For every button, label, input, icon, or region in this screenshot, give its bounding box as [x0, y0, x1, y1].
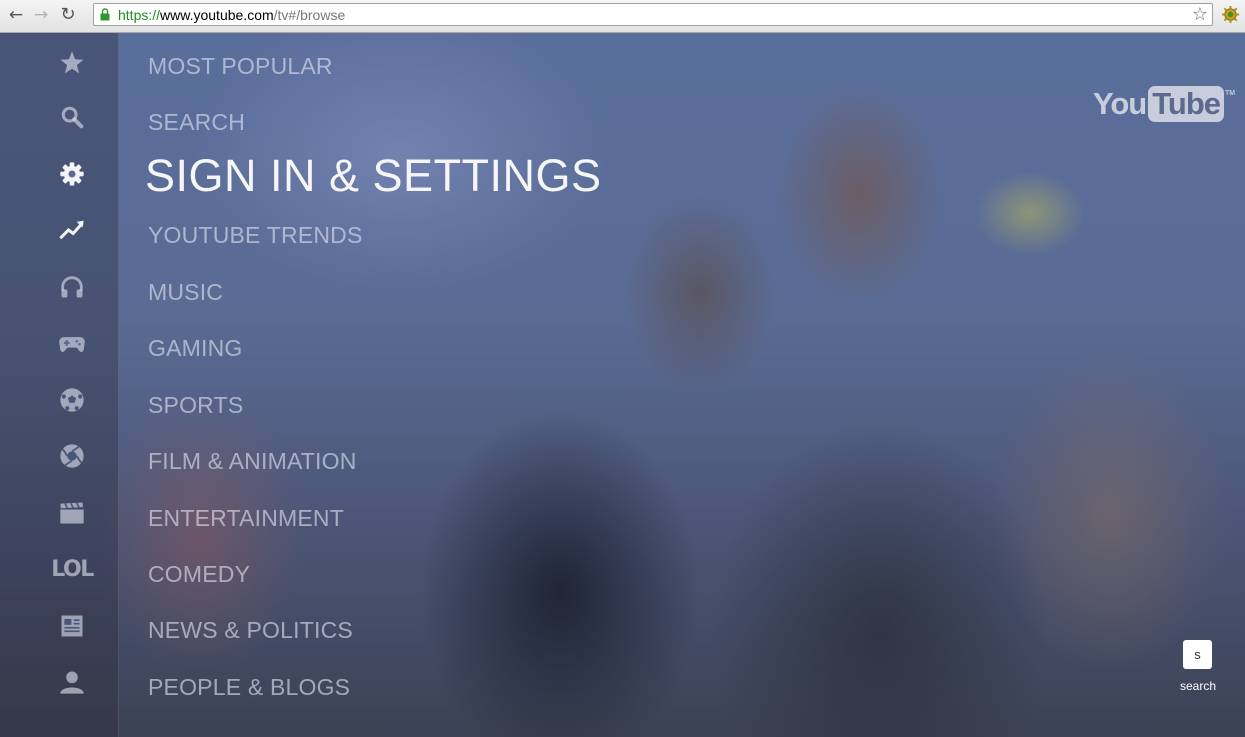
logo-you: You — [1093, 86, 1147, 121]
gear-icon[interactable] — [55, 157, 89, 191]
person-icon[interactable] — [55, 665, 89, 699]
url-path: /tv#/browse — [273, 7, 346, 23]
menu-item-most-popular[interactable]: MOST POPULAR — [148, 52, 333, 80]
extension-icon[interactable] — [1221, 5, 1240, 24]
logo-tm: TM — [1225, 90, 1236, 97]
menu-item-search[interactable]: SEARCH — [148, 108, 245, 136]
youtube-tv-browse-page: LOL MOST POPULAR SEARCH SIGN IN & SETTIN… — [0, 33, 1245, 737]
reload-icon[interactable]: ↻ — [58, 5, 78, 25]
gamepad-icon[interactable] — [55, 326, 89, 360]
menu-item-sign-in-settings[interactable]: SIGN IN & SETTINGS — [145, 151, 602, 201]
url-text: https://www.youtube.com/tv#/browse — [118, 7, 345, 23]
headphones-icon[interactable] — [55, 270, 89, 304]
camera-aperture-icon[interactable] — [55, 439, 89, 473]
search-shortcut-key[interactable]: s — [1183, 640, 1212, 669]
menu-item-comedy[interactable]: COMEDY — [148, 560, 250, 588]
menu-item-gaming[interactable]: GAMING — [148, 334, 242, 362]
bookmark-star-icon[interactable]: ☆ — [1192, 5, 1208, 25]
trending-icon[interactable] — [55, 213, 89, 247]
forward-arrow-icon[interactable]: → — [31, 5, 51, 25]
category-icon-rail: LOL — [0, 33, 119, 737]
menu-item-people-blogs[interactable]: PEOPLE & BLOGS — [148, 673, 350, 701]
back-arrow-icon[interactable]: ← — [6, 5, 26, 25]
clapperboard-icon[interactable] — [55, 496, 89, 530]
browser-toolbar: ← → ↻ https://www.youtube.com/tv#/browse… — [0, 0, 1245, 33]
menu-item-entertainment[interactable]: ENTERTAINMENT — [148, 504, 344, 532]
address-bar[interactable]: https://www.youtube.com/tv#/browse ☆ — [93, 3, 1213, 26]
menu-item-youtube-trends[interactable]: YOUTUBE TRENDS — [148, 221, 363, 249]
url-host: www.youtube.com — [160, 7, 274, 23]
url-scheme: https:// — [118, 7, 161, 23]
newspaper-icon[interactable] — [55, 609, 89, 643]
menu-item-sports[interactable]: SPORTS — [148, 391, 243, 419]
logo-tube: Tube — [1148, 86, 1224, 122]
search-shortcut-label: search — [1179, 679, 1217, 693]
lol-icon[interactable]: LOL — [51, 552, 94, 586]
lol-label: LOL — [51, 556, 94, 582]
menu-item-news-politics[interactable]: NEWS & POLITICS — [148, 616, 353, 644]
menu-item-film-animation[interactable]: FILM & ANIMATION — [148, 447, 357, 475]
youtube-logo: You Tube TM — [1093, 84, 1235, 124]
star-icon[interactable] — [55, 46, 89, 80]
menu-item-music[interactable]: MUSIC — [148, 278, 223, 306]
lock-icon — [100, 8, 110, 21]
soccer-ball-icon[interactable] — [55, 383, 89, 417]
search-icon[interactable] — [55, 100, 89, 134]
